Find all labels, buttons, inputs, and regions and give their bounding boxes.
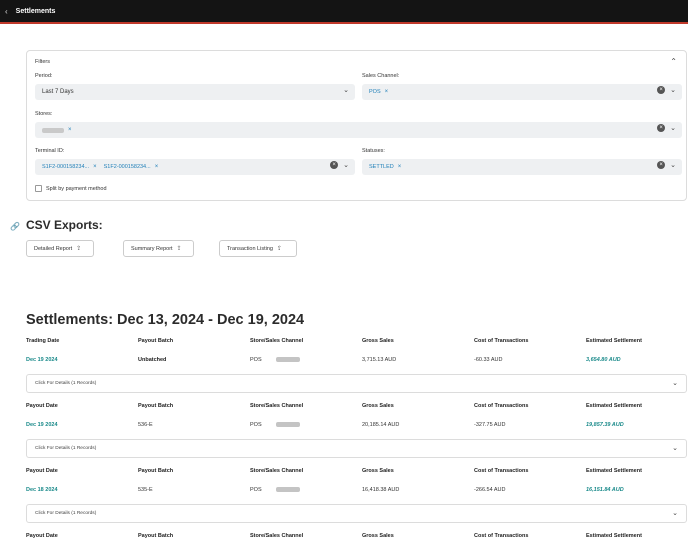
checkbox-box[interactable] <box>35 185 42 192</box>
chevron-down-icon: ⌄ <box>672 380 678 387</box>
download-icon: ⇪ <box>176 246 182 252</box>
sales-channel-chip: POS × <box>369 89 389 95</box>
sales-channel-select[interactable]: POS × × ⌄ <box>362 84 682 100</box>
details-expander[interactable]: Click For Details (1 Records) ⌄ <box>26 374 687 393</box>
download-icon: ⇪ <box>276 246 282 252</box>
details-expander[interactable]: Click For Details (1 Records) ⌄ <box>26 439 687 458</box>
filters-panel: Filters ⌃ Period: Last 7 Days ⌄ Sales Ch… <box>26 50 687 201</box>
chevron-down-icon: ⌄ <box>343 87 349 94</box>
settlements-title: Settlements: Dec 13, 2024 - Dec 19, 2024 <box>26 312 305 328</box>
top-bar: ‹ Settlements <box>0 0 688 24</box>
detailed-report-button[interactable]: Detailed Report ⇪ <box>26 240 94 257</box>
link-icon[interactable]: 🔗 <box>10 222 20 231</box>
period-select[interactable]: Last 7 Days ⌄ <box>35 84 355 100</box>
download-icon: ⇪ <box>76 246 82 252</box>
date-link[interactable]: Dec 19 2024 <box>26 422 58 428</box>
clear-icon[interactable]: × <box>657 86 666 94</box>
date-link[interactable]: Dec 18 2024 <box>26 487 58 493</box>
chevron-down-icon: ⌄ <box>670 125 676 132</box>
remove-chip-icon[interactable]: × <box>155 164 159 170</box>
redacted-store <box>276 357 300 362</box>
remove-chip-icon[interactable]: × <box>93 164 97 170</box>
split-by-payment-label: Split by payment method <box>46 185 107 192</box>
terminal-chip: S1F2-000158234... × <box>103 164 159 170</box>
chevron-down-icon: ⌄ <box>670 162 676 169</box>
period-value: Last 7 Days <box>42 89 74 95</box>
date-link[interactable]: Dec 19 2024 <box>26 357 58 363</box>
statuses-select[interactable]: SETTLED × × ⌄ <box>362 159 682 175</box>
clear-icon[interactable]: × <box>657 161 666 169</box>
csv-exports-title: CSV Exports: <box>26 218 103 232</box>
chevron-down-icon: ⌄ <box>672 510 678 517</box>
back-arrow-icon[interactable]: ‹ <box>5 7 8 16</box>
split-by-payment-checkbox[interactable]: Split by payment method <box>35 185 107 192</box>
sales-channel-label: Sales Channel: <box>362 73 400 79</box>
clear-icon[interactable]: × <box>330 161 339 169</box>
redacted-store <box>276 422 300 427</box>
redacted-store <box>276 487 300 492</box>
redacted-store <box>42 127 64 133</box>
terminal-id-label: Terminal ID: <box>35 148 65 154</box>
collapse-filters-icon[interactable]: ⌃ <box>670 57 677 66</box>
remove-chip-icon[interactable]: × <box>398 164 402 170</box>
summary-report-button[interactable]: Summary Report ⇪ <box>123 240 194 257</box>
page-title: Settlements <box>15 7 56 15</box>
transaction-listing-button[interactable]: Transaction Listing ⇪ <box>219 240 297 257</box>
details-expander[interactable]: Click For Details (1 Records) ⌄ <box>26 504 687 523</box>
stores-select[interactable]: × × ⌄ <box>35 122 682 138</box>
remove-chip-icon[interactable]: × <box>385 89 389 95</box>
status-chip: SETTLED × <box>369 164 402 170</box>
chevron-down-icon: ⌄ <box>343 162 349 169</box>
filters-title: Filters <box>35 59 50 65</box>
stores-label: Stores: <box>35 111 53 117</box>
chevron-down-icon: ⌄ <box>672 445 678 452</box>
chevron-down-icon: ⌄ <box>670 87 676 94</box>
terminal-id-select[interactable]: S1F2-000158234... × S1F2-000158234... × × ⌄ <box>35 159 355 175</box>
statuses-label: Statuses: <box>362 148 385 154</box>
period-label: Period: <box>35 73 53 79</box>
clear-icon[interactable]: × <box>657 124 666 132</box>
terminal-chip: S1F2-000158234... × <box>42 164 97 170</box>
remove-chip-icon[interactable]: × <box>68 127 72 133</box>
store-chip: × <box>42 127 72 133</box>
